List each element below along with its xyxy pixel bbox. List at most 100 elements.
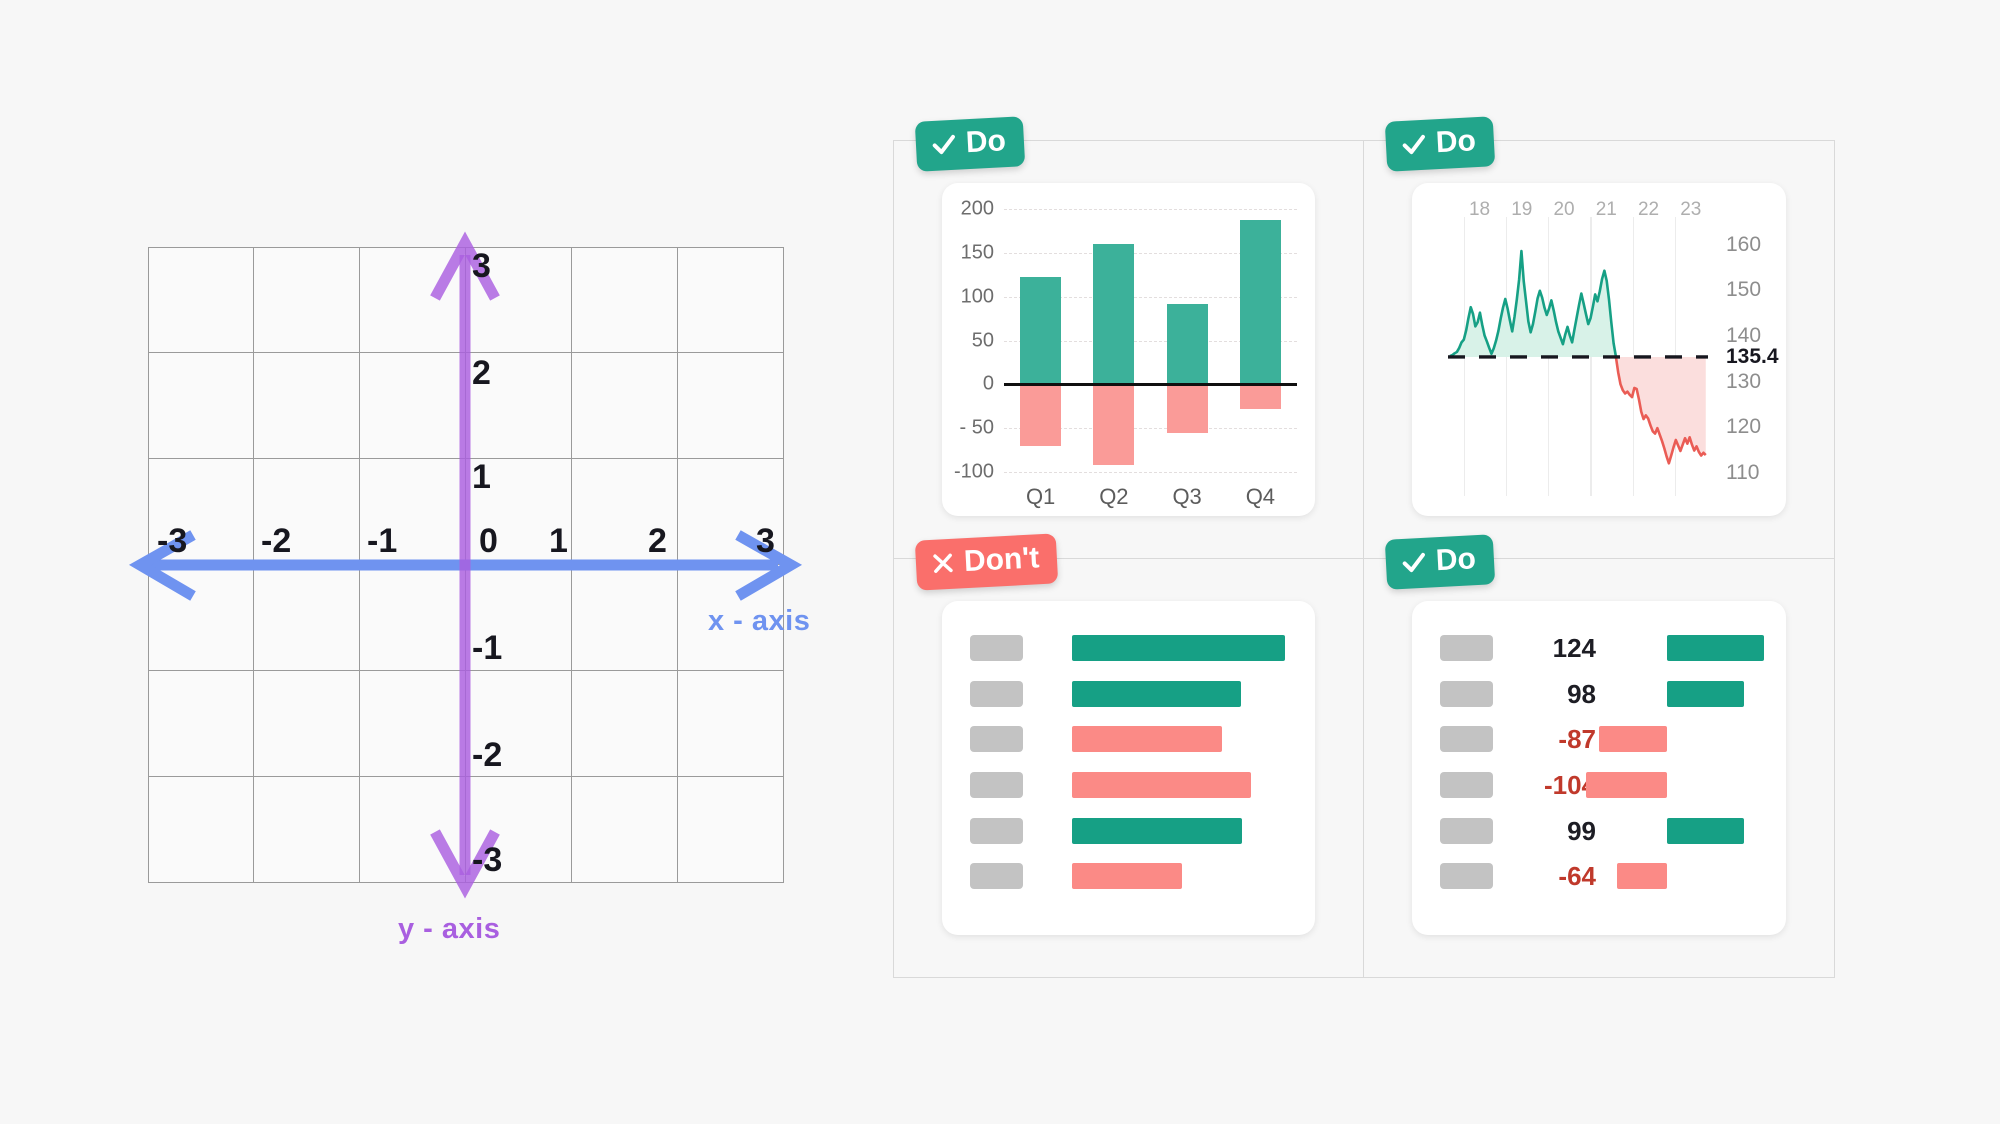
coordinate-plane-figure: -3 -2 -1 0 1 2 3 3 2 1 -1 -2 -3 x - axis…	[0, 0, 880, 1124]
row-bar	[1667, 817, 1745, 844]
row-bar	[1585, 772, 1667, 798]
ranked-bar-row: 98	[942, 680, 1315, 709]
quadrant-ranked-bars-do: Do 124 98 -87 -104 99 -64	[1364, 534, 1834, 977]
ranked-bar-row: -64	[1412, 863, 1786, 891]
bar-negative	[1239, 384, 1281, 409]
ranked-bars-do-card: 124 98 -87 -104 99 -64	[1412, 601, 1786, 935]
row-label-chip	[1440, 817, 1493, 844]
badge-label: Do	[965, 124, 1007, 160]
cross-icon	[933, 553, 953, 573]
origin-tick: 0	[479, 522, 498, 560]
row-label-chip	[1440, 635, 1493, 661]
row-value-label: -87	[1558, 724, 1596, 755]
y-tick-neg3: -3	[472, 841, 503, 879]
ranked-bars-dont-rows: 124 98 -87 -104 99 -64	[942, 601, 1315, 935]
ranked-bar-row: -87	[1412, 726, 1786, 754]
bar-chart-zero-line	[1004, 382, 1297, 387]
row-label-chip	[1440, 863, 1493, 890]
coordinate-axes	[128, 231, 803, 899]
x-tick-neg1: -1	[367, 522, 398, 560]
row-bar	[1599, 726, 1667, 753]
bar-chart-y-tick: 200	[960, 197, 994, 220]
y-tick-neg2: -2	[472, 736, 503, 774]
x-tick-1: 1	[549, 522, 568, 560]
bar-chart-x-tick: Q3	[1172, 484, 1202, 509]
bar-chart-y-tick: 50	[971, 329, 994, 351]
row-bar	[1072, 817, 1243, 844]
badge-label: Don't	[963, 541, 1041, 579]
badge-dont-ranked-bars: Don't	[914, 533, 1059, 591]
y-tick-neg1: -1	[472, 629, 503, 667]
line-chart-plot: 18 19 20 21 22 23 160 150 140 130 120 110 135.4	[1412, 183, 1786, 516]
ranked-bars-do-rows: 124 98 -87 -104 99 -64	[1412, 601, 1786, 935]
row-value-label: -64	[1558, 861, 1596, 892]
y-tick-3: 3	[472, 247, 491, 285]
quadrant-line-chart: Do 18 19 20 21 22 23 160 150 140 130 120 110 135.4	[1364, 116, 1834, 559]
line-chart-card: 18 19 20 21 22 23 160 150 140 130 120 110 135.4	[1412, 183, 1786, 516]
y-axis-label: y - axis	[398, 913, 501, 945]
row-label-chip	[970, 863, 1023, 890]
badge-label: Do	[1435, 124, 1477, 160]
bar-chart-x-tick: Q2	[1099, 484, 1129, 509]
bar-chart-x-tick: Q1	[1025, 484, 1056, 509]
bar-chart-y-tick: 100	[960, 285, 994, 308]
x-tick-neg3: -3	[157, 522, 188, 560]
y-tick-1: 1	[472, 458, 491, 496]
row-label-chip	[970, 772, 1023, 798]
ranked-bar-row: -87	[942, 726, 1315, 754]
row-bar	[1072, 726, 1222, 753]
ranked-bar-row: -64	[942, 863, 1315, 891]
bar-chart-y-tick: -100	[953, 460, 994, 483]
do-dont-board: Do 200 150 100 50 0 - 50 -100 Q1 Q2 Q3 Q4 Do 18 19 2…	[893, 116, 1835, 978]
row-label-chip	[970, 680, 1023, 707]
bar-chart-gridline	[1004, 472, 1297, 473]
x-tick-3: 3	[756, 522, 775, 560]
row-label-chip	[970, 817, 1023, 844]
row-value-label: 124	[1552, 633, 1596, 663]
row-label-chip	[1440, 726, 1493, 753]
bar-chart-card: 200 150 100 50 0 - 50 -100 Q1 Q2 Q3 Q4	[942, 183, 1315, 516]
ranked-bar-row: 98	[1412, 678, 1786, 709]
row-label-chip	[970, 726, 1023, 753]
x-tick-2: 2	[648, 522, 667, 560]
bar-chart-y-tick: 0	[982, 372, 994, 395]
badge-do-ranked-bars: Do	[1384, 534, 1496, 590]
row-bar	[1072, 635, 1286, 661]
bar-positive	[1093, 244, 1135, 385]
row-bar	[1617, 863, 1667, 890]
bar-positive	[1166, 303, 1208, 385]
badge-label: Do	[1435, 542, 1477, 578]
x-tick-neg2: -2	[261, 522, 292, 560]
bar-chart-plot: 200 150 100 50 0 - 50 -100 Q1 Q2 Q3 Q4	[942, 183, 1315, 516]
bar-positive	[1020, 276, 1062, 385]
row-bar	[1072, 680, 1241, 707]
bar-negative	[1020, 384, 1062, 446]
row-bar	[1072, 772, 1251, 798]
ranked-bar-row: 99	[1412, 815, 1786, 846]
area-fill-above	[1450, 251, 1616, 357]
reference-line-label: 135.4	[1726, 344, 1779, 368]
quadrant-ranked-bars-dont: Don't 124 98 -87 -104 99 -64	[894, 533, 1364, 977]
row-value-label: 99	[1567, 815, 1596, 846]
row-label-chip	[1440, 680, 1493, 707]
row-bar	[1667, 635, 1764, 661]
bar-chart-y-tick: 150	[960, 241, 994, 264]
check-icon	[932, 134, 955, 155]
bar-negative	[1093, 384, 1135, 465]
bar-chart-y-tick: - 50	[959, 416, 994, 439]
ranked-bar-row: -104	[1412, 772, 1786, 800]
row-value-label: 98	[1567, 678, 1596, 709]
quadrant-bar-chart: Do 200 150 100 50 0 - 50 -100 Q1 Q2 Q3 Q4	[894, 116, 1364, 559]
bar-positive	[1239, 220, 1281, 385]
check-icon	[1402, 552, 1425, 573]
row-label-chip	[970, 635, 1023, 661]
row-bar	[1072, 863, 1183, 890]
bar-chart-gridline	[1004, 209, 1297, 210]
row-value-label: -104	[1543, 770, 1596, 800]
ranked-bar-row: 124	[942, 635, 1315, 663]
bar-chart-x-tick: Q4	[1245, 484, 1276, 509]
bar-negative	[1166, 384, 1208, 433]
y-tick-2: 2	[472, 354, 491, 392]
badge-do-bar-chart: Do	[914, 116, 1026, 172]
badge-do-line-chart: Do	[1384, 116, 1496, 172]
